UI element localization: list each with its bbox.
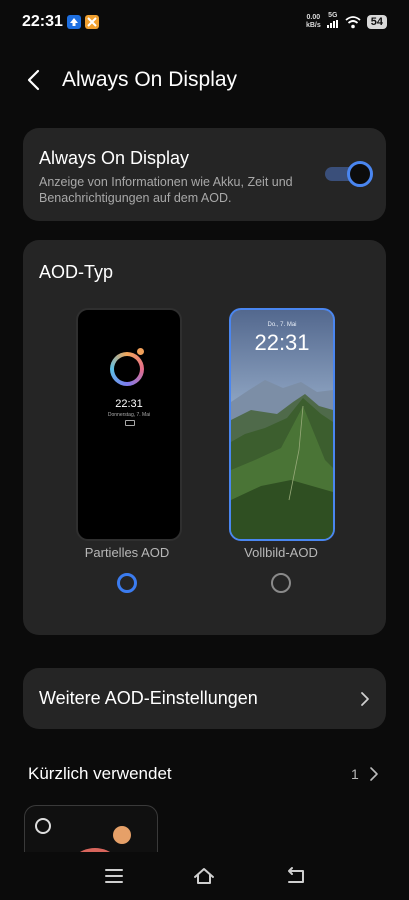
aod-toggle-title: Always On Display — [39, 148, 190, 168]
navigation-bar — [0, 852, 409, 900]
aod-toggle-switch[interactable] — [325, 161, 373, 187]
partial-aod-label: Partielles AOD — [84, 545, 170, 560]
battery-mini-icon — [125, 420, 135, 426]
aod-toggle-description: Anzeige von Informationen wie Akku, Zeit… — [39, 175, 293, 205]
more-aod-settings-label: Weitere AOD-Einstellungen — [39, 688, 258, 708]
partial-aod-radio[interactable] — [117, 573, 137, 593]
page-title: Always On Display — [62, 68, 238, 91]
fullscreen-preview-date: Do., 7. Mai — [267, 322, 297, 328]
wifi-icon — [345, 15, 361, 28]
upload-notification-icon — [67, 15, 81, 29]
aod-type-title: AOD-Typ — [39, 262, 114, 282]
network-speed: 0.00 kB/s — [305, 13, 321, 29]
aod-toggle-card[interactable]: Always On Display Anzeige von Informatio… — [23, 128, 386, 221]
chevron-right-icon — [361, 692, 369, 706]
status-time: 22:31 — [22, 13, 63, 30]
tools-notification-icon — [85, 15, 99, 29]
partial-preview-time: 22:31 — [115, 398, 143, 410]
aod-ring-graphic — [110, 352, 144, 386]
more-aod-settings-row[interactable]: Weitere AOD-Einstellungen — [23, 668, 386, 729]
back-arrow-icon — [27, 69, 40, 91]
fullscreen-aod-preview[interactable]: Do., 7. Mai 22:31 — [229, 308, 335, 541]
network-5g-indicator: 5G — [326, 12, 339, 31]
moon-icon — [35, 818, 51, 834]
signal-icon — [326, 20, 338, 28]
partial-preview-date: Donnerstag, 7. Mai — [107, 412, 151, 418]
header: Always On Display — [0, 60, 409, 100]
partial-aod-preview[interactable]: 22:31 Donnerstag, 7. Mai — [76, 308, 182, 541]
status-bar: 22:31 0.00 kB/s 5G 54 — [0, 0, 409, 44]
back-button[interactable] — [22, 66, 48, 94]
fullscreen-aod-label: Vollbild-AOD — [244, 545, 318, 560]
recently-used-title: Kürzlich verwendet — [28, 764, 172, 783]
fullscreen-aod-radio[interactable] — [271, 573, 291, 593]
recent-chevron-right-icon[interactable] — [368, 766, 380, 782]
menu-icon[interactable] — [102, 864, 126, 888]
battery-indicator: 54 — [366, 14, 387, 29]
back-nav-icon[interactable] — [283, 864, 307, 888]
fullscreen-preview-time: 22:31 — [254, 330, 310, 355]
toggle-knob — [347, 161, 373, 187]
thumbnail-circle-graphic — [113, 826, 131, 844]
recently-used-count[interactable]: 1 — [351, 766, 359, 782]
aod-type-card: AOD-Typ 22:31 Donnerstag, 7. Mai Do., 7.… — [23, 240, 386, 635]
aod-ring-dot — [137, 348, 144, 355]
home-icon[interactable] — [192, 864, 216, 888]
